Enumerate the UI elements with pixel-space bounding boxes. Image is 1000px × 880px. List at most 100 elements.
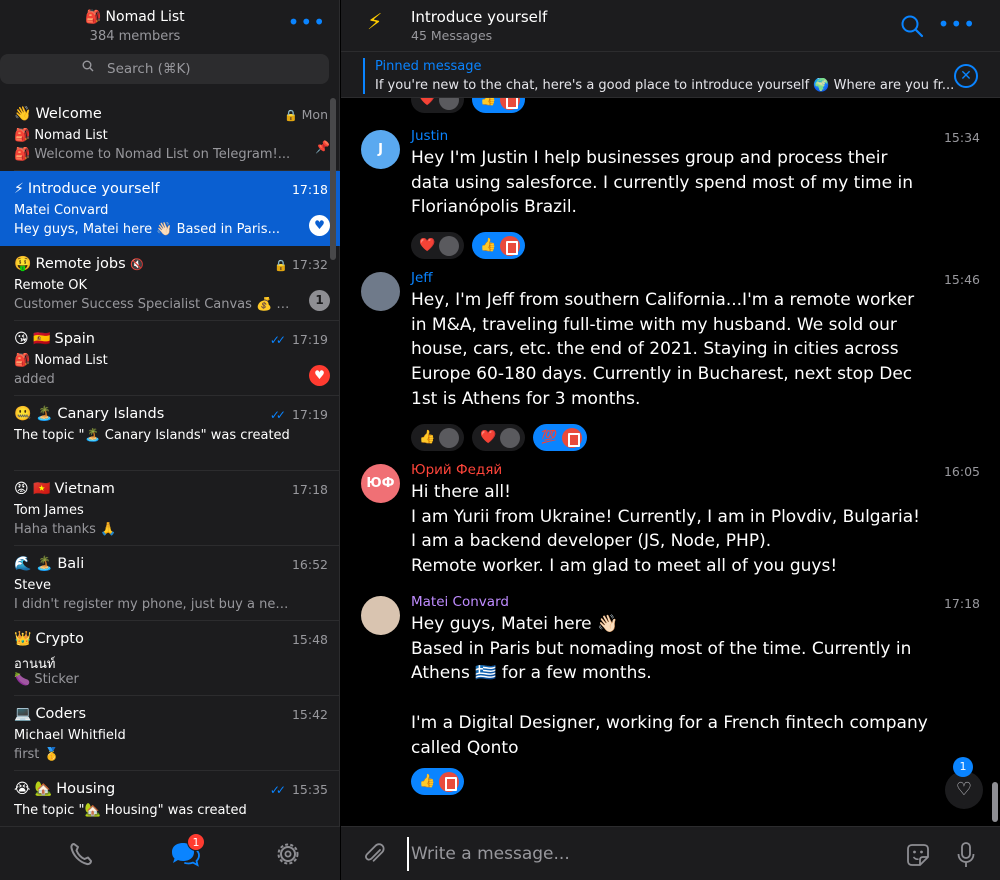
chat-name: Housing <box>56 781 116 797</box>
unread-reactions-badge: 1 <box>953 757 973 777</box>
reactor-avatar <box>439 235 460 256</box>
chat-name: Vietnam <box>54 481 115 497</box>
chat-item[interactable]: 👋 Welcome 🔒 Mon 🎒 Nomad List 🎒 Welcome to Nom… <box>0 96 340 171</box>
reactor-avatar <box>439 98 460 110</box>
chat-preview-line1: Matei Convard <box>14 203 109 218</box>
close-icon[interactable]: ✕ <box>954 64 978 88</box>
chat-title-row: 😭 🏡 Housing ✓✓ 15:35 <box>14 781 328 801</box>
sender-name[interactable]: Justin <box>411 128 448 144</box>
previous-message-reactions: ❤️ 👍 <box>411 98 526 113</box>
reactor-avatar <box>439 427 460 448</box>
reaction-emoji: 👍 <box>419 774 436 789</box>
sender-name[interactable]: Юрий Федяй <box>411 462 502 478</box>
search-field[interactable]: Search (⌘K) <box>0 54 329 84</box>
chat-preview-line2: 🎒 Welcome to Nomad List on Telegram!... <box>14 147 291 162</box>
reactor-avatar <box>500 235 521 256</box>
chat-preview-line1: อานนท์ <box>14 657 56 672</box>
chat-preview-line2: Haha thanks 🙏 <box>14 522 117 537</box>
avatar[interactable]: J <box>361 130 400 169</box>
pinned-message-bar[interactable]: Pinned message If you're new to the chat… <box>341 52 1000 98</box>
search-icon[interactable] <box>900 14 924 38</box>
message-time: 15:34 <box>943 130 980 145</box>
reaction-chip[interactable]: ❤️ <box>411 232 465 259</box>
chat-item[interactable]: 🌊 🏝️ Bali 16:52 Steve I didn't register my p… <box>0 546 340 621</box>
chat-preview-line1: 🎒 Nomad List <box>14 353 108 368</box>
read-checkmarks-icon: ✓✓ <box>269 333 286 347</box>
pinned-accent-bar <box>363 58 365 94</box>
gear-icon[interactable] <box>272 839 304 869</box>
unread-count-badge: 1 <box>309 290 330 311</box>
conversation-pane: ⚡ Introduce yourself 45 Messages ••• Pin… <box>341 0 1000 880</box>
chat-name: Remote jobs <box>35 256 126 272</box>
chat-title-row: 🤑 Remote jobs 🔇 🔒 17:32 <box>14 256 328 276</box>
message-text: Hi there all! I am Yurii from Ukraine! C… <box>411 482 920 577</box>
chat-preview-line1: Michael Whitfield <box>14 728 126 743</box>
chat-time: 17:19 <box>291 332 328 347</box>
chat-time: 17:19 <box>291 407 328 422</box>
reaction-chip[interactable]: 💯 <box>533 424 587 451</box>
chat-time-wrap: ✓✓ 17:19 <box>270 332 328 347</box>
reaction-chip[interactable]: 👍 <box>411 768 465 795</box>
chat-item[interactable]: 🤐 🏝️ Canary Islands ✓✓ 17:19 The topic "🏝️ … <box>0 396 340 471</box>
chat-time: 15:42 <box>291 707 328 722</box>
paperclip-icon[interactable] <box>361 841 387 867</box>
reaction-emoji: ❤️ <box>419 98 436 107</box>
chat-time-wrap: 🔒 Mon <box>284 107 328 122</box>
message-list: ❤️ 👍 J Justin 15:34 Hey I'm Justin I help bus… <box>341 98 1000 826</box>
search-icon <box>82 60 94 72</box>
chat-list-scrollbar[interactable] <box>330 98 336 260</box>
message-input[interactable] <box>407 837 887 871</box>
group-header[interactable]: 🎒 Nomad List 384 members ••• <box>0 0 340 50</box>
chat-emoji: 👑 <box>14 631 32 647</box>
reaction-emoji: 👍 <box>419 430 436 445</box>
reaction-chip[interactable]: ❤️ <box>411 98 465 113</box>
microphone-icon[interactable] <box>956 841 976 869</box>
reactor-avatar <box>439 771 460 792</box>
message-time: 15:46 <box>943 272 980 287</box>
chat-item[interactable]: 🤑 Remote jobs 🔇 🔒 17:32 Remote OK Customer Su… <box>0 246 340 321</box>
pinned-text: If you're new to the chat, here's a good… <box>375 78 955 93</box>
message-text: Hey I'm Justin I help businesses group a… <box>411 148 913 218</box>
topic-title: Introduce yourself <box>411 8 548 26</box>
chat-item[interactable]: 😭 🏡 Housing ✓✓ 15:35 The topic "🏡 Housing" … <box>0 771 340 826</box>
avatar[interactable] <box>361 272 400 311</box>
chat-item[interactable]: 😘 🇪🇸 Spain ✓✓ 17:19 🎒 Nomad List added ♥ <box>0 321 340 396</box>
message-reactions: ❤️ 👍 <box>411 232 526 259</box>
sender-name[interactable]: Jeff <box>411 270 433 286</box>
message-scrollbar[interactable] <box>992 782 998 822</box>
lock-icon: 🔒 <box>283 109 298 122</box>
chat-title-row: 👑 Crypto 15:48 <box>14 631 328 651</box>
reaction-heart-badge: ♥ <box>309 215 330 236</box>
topic-header[interactable]: ⚡ Introduce yourself 45 Messages ••• <box>341 0 1000 52</box>
more-options-icon[interactable]: ••• <box>288 12 326 32</box>
chat-item[interactable]: 👑 Crypto 15:48 อานนท์ 🍆 Sticker <box>0 621 340 696</box>
chat-item[interactable]: 😡 🇻🇳 Vietnam 17:18 Tom James Haha thanks 🙏 <box>0 471 340 546</box>
sticker-icon[interactable] <box>904 841 932 869</box>
member-count: 384 members <box>89 29 181 44</box>
chat-preview-line1: The topic "🏡 Housing" was created <box>14 803 247 818</box>
reaction-chip[interactable]: 👍 <box>472 232 526 259</box>
chat-item[interactable]: ⚡ Introduce yourself 17:18 Matei Convard Hey… <box>0 171 340 246</box>
avatar[interactable] <box>361 596 400 635</box>
reaction-chip[interactable]: ❤️ <box>472 424 526 451</box>
chat-item[interactable]: 💻 Coders 15:42 Michael Whitfield first 🥇 <box>0 696 340 771</box>
chat-emoji: 😭 🏡 <box>14 781 53 797</box>
chat-preview-line1: Steve <box>14 578 52 593</box>
phone-icon[interactable] <box>66 839 98 869</box>
message-reactions: 👍 ❤️ 💯 <box>411 424 587 451</box>
group-title-text: Nomad List <box>105 9 185 25</box>
chat-title-row: ⚡ Introduce yourself 17:18 <box>14 181 328 201</box>
avatar[interactable]: ЮФ <box>361 464 400 503</box>
chat-title-row: 😘 🇪🇸 Spain ✓✓ 17:19 <box>14 331 328 351</box>
more-options-icon[interactable]: ••• <box>938 12 976 36</box>
reaction-chip[interactable]: 👍 <box>411 424 465 451</box>
reaction-chip[interactable]: 👍 <box>472 98 526 113</box>
reaction-heart-badge: ♥ <box>309 365 330 386</box>
chat-time: Mon <box>301 107 328 122</box>
chat-emoji: 💻 <box>14 706 32 722</box>
chat-title-row: 😡 🇻🇳 Vietnam 17:18 <box>14 481 328 501</box>
chat-emoji: 🤑 <box>14 256 32 272</box>
heart-icon: ♡ <box>955 779 973 800</box>
sender-name[interactable]: Matei Convard <box>411 594 509 610</box>
chat-time-wrap: 17:18 <box>292 182 328 197</box>
